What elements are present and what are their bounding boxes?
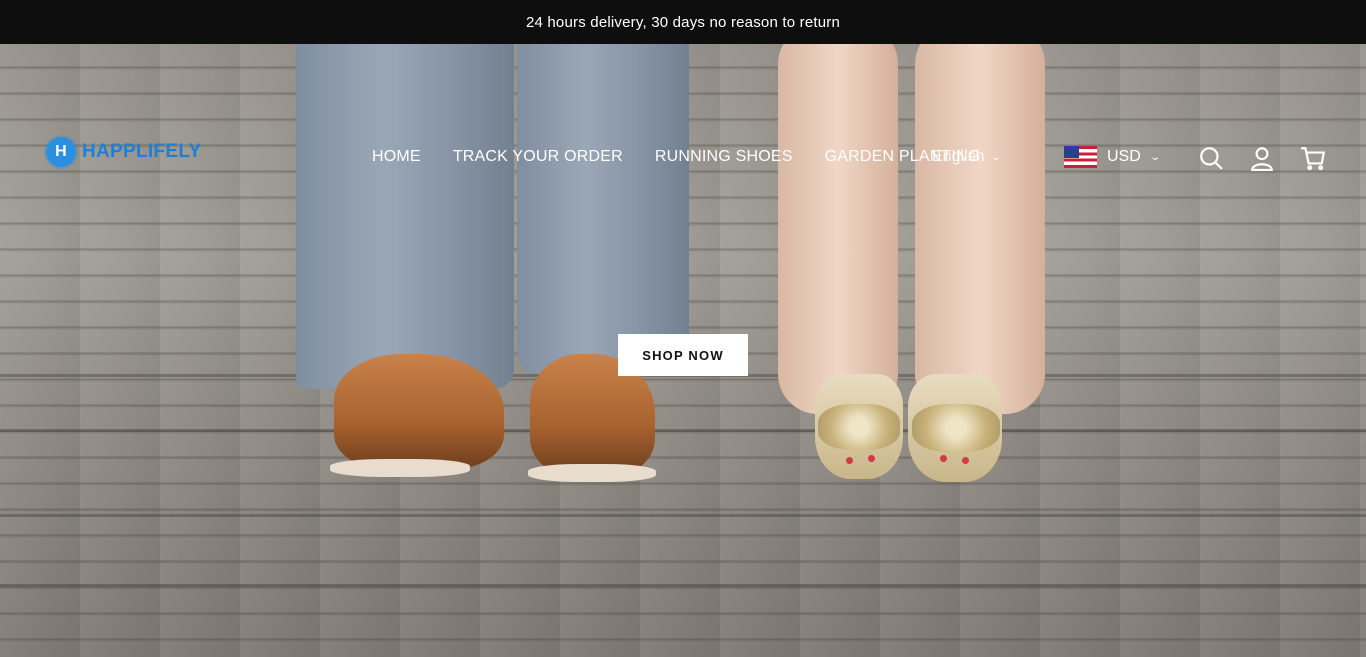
- right-shoe-sole: [528, 464, 656, 482]
- plank-divider: [0, 584, 1366, 587]
- chevron-down-icon: ⌄: [1149, 151, 1161, 163]
- currency-selector[interactable]: USD ⌄: [1064, 146, 1161, 168]
- cart-icon[interactable]: [1300, 145, 1326, 171]
- left-shoe-sole: [330, 459, 470, 477]
- toenail: [868, 455, 875, 462]
- toenail: [940, 455, 947, 462]
- us-flag-icon: [1064, 146, 1097, 168]
- left-shoe-bow: [818, 404, 900, 450]
- announcement-bar: 24 hours delivery, 30 days no reason to …: [0, 0, 1366, 44]
- chevron-down-icon: ⌄: [990, 151, 1003, 163]
- shop-now-button[interactable]: SHOP NOW: [618, 334, 748, 376]
- toenail: [846, 457, 853, 464]
- toenail: [962, 457, 969, 464]
- right-shoe-bow: [912, 404, 1000, 452]
- left-brown-shoe: [334, 354, 504, 469]
- main-navigation: HOME TRACK YOUR ORDER RUNNING SHOES GARD…: [372, 148, 981, 166]
- plank-divider: [0, 429, 1366, 432]
- currency-label: USD: [1107, 148, 1141, 165]
- logo-mark-icon: H: [46, 137, 76, 167]
- right-leg: [915, 44, 1045, 414]
- nav-track-your-order[interactable]: TRACK YOUR ORDER: [453, 148, 623, 166]
- right-trouser-leg: [517, 44, 689, 374]
- left-trouser-leg: [296, 44, 514, 389]
- language-label: English: [932, 148, 985, 165]
- search-icon[interactable]: [1198, 145, 1224, 171]
- nav-running-shoes[interactable]: RUNNING SHOES: [655, 148, 793, 166]
- account-icon[interactable]: [1249, 145, 1275, 171]
- plank-divider: [0, 514, 1366, 517]
- language-selector[interactable]: English ⌄: [932, 148, 1003, 166]
- left-leg: [778, 44, 898, 414]
- announcement-text: 24 hours delivery, 30 days no reason to …: [525, 13, 841, 31]
- nav-home[interactable]: HOME: [372, 148, 421, 166]
- site-logo[interactable]: H HAPPLIFELY: [46, 137, 202, 167]
- logo-text: HAPPLIFELY: [82, 141, 202, 162]
